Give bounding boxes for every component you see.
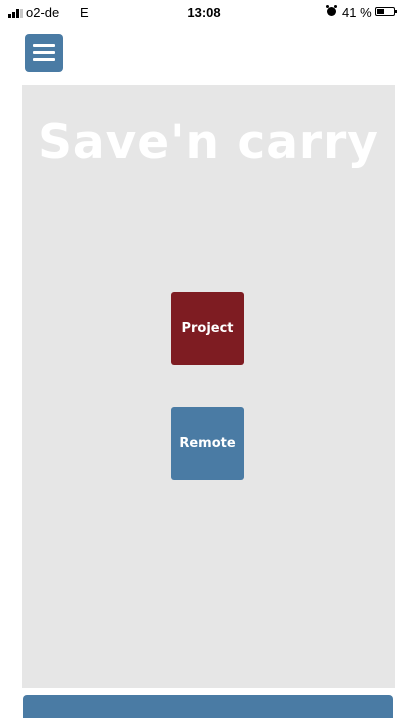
battery-icon xyxy=(375,7,397,16)
remote-button[interactable]: Remote xyxy=(171,407,244,480)
hamburger-menu-button[interactable] xyxy=(25,34,63,72)
status-bar: o2-de E 13:08 41 % xyxy=(0,0,408,30)
battery-percentage: 41 % xyxy=(342,5,372,20)
main-panel: Save'n carry Project Remote xyxy=(22,85,395,688)
project-button[interactable]: Project xyxy=(171,292,244,365)
menu-icon-bar xyxy=(33,51,55,54)
footer-bar[interactable] xyxy=(23,695,393,718)
app-title: Save'n carry xyxy=(38,115,379,170)
alarm-clock-icon xyxy=(326,5,337,16)
battery-level-fill xyxy=(377,9,384,14)
menu-icon-bar xyxy=(33,58,55,61)
menu-icon-bar xyxy=(33,44,55,47)
